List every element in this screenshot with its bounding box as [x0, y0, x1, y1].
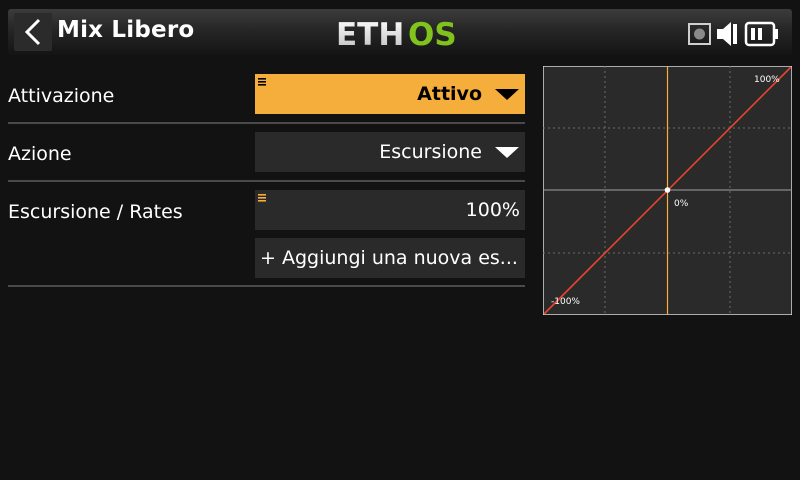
dropdown-arrow-icon: [495, 89, 519, 100]
divider: [8, 285, 525, 287]
logo-text-os: OS: [408, 18, 457, 48]
screen: Mix Libero ETH OS Attivazione Attivo Azi…: [0, 0, 800, 480]
divider: [8, 180, 525, 182]
action-dropdown[interactable]: Escursione: [255, 132, 525, 172]
activation-dropdown[interactable]: Attivo: [255, 74, 525, 114]
graph-label-min: -100%: [551, 297, 580, 307]
header: Mix Libero ETH OS: [0, 0, 800, 58]
menu-lines-icon: [258, 78, 266, 86]
graph-label-max: 100%: [754, 75, 780, 85]
curve-point: [664, 187, 671, 193]
status-icons: [688, 21, 778, 47]
graph-label-center: 0%: [674, 199, 689, 209]
rate-value-field[interactable]: 100%: [255, 190, 525, 230]
activation-value: Attivo: [417, 83, 482, 105]
activation-label: Attivazione: [8, 85, 115, 107]
menu-lines-icon: [258, 194, 266, 202]
divider: [8, 122, 525, 124]
action-value: Escursione: [379, 141, 482, 163]
rate-value: 100%: [465, 199, 520, 221]
page-title: Mix Libero: [57, 17, 195, 43]
add-rate-label: + Aggiungi una nuova es...: [260, 247, 518, 269]
chevron-left-icon: [24, 18, 41, 46]
sd-card-icon[interactable]: [688, 23, 711, 45]
add-rate-button[interactable]: + Aggiungi una nuova es...: [255, 238, 525, 278]
speaker-icon[interactable]: [717, 22, 737, 46]
ethos-logo: ETH OS: [336, 18, 457, 48]
battery-icon[interactable]: [744, 21, 778, 47]
curve-graph: 100% 0% -100%: [543, 66, 792, 315]
logo-text-eth: ETH: [336, 18, 404, 48]
action-label: Azione: [8, 143, 72, 165]
back-button[interactable]: [14, 13, 52, 51]
dropdown-arrow-icon: [495, 147, 519, 158]
rates-label: Escursione / Rates: [8, 201, 183, 223]
